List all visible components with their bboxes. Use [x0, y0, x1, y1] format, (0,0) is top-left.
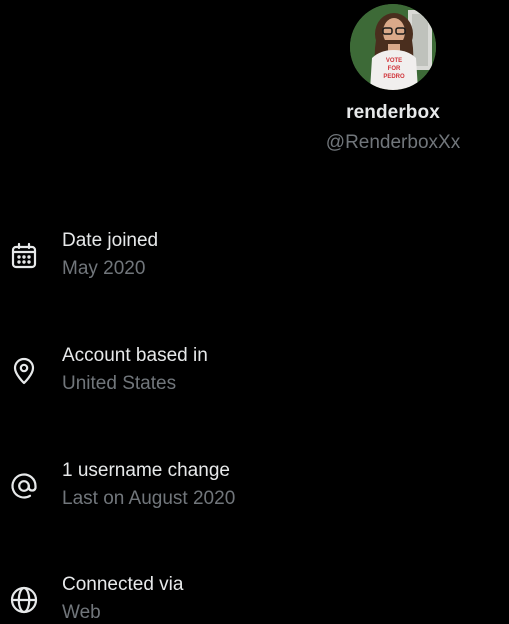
user-handle[interactable]: @RenderboxXx	[276, 132, 509, 154]
info-row-date-joined: Date joined May 2020	[0, 230, 509, 290]
avatar-shirt-line-3: PEDRO	[383, 74, 405, 80]
username-change-value: Last on August 2020	[62, 488, 236, 509]
date-joined-label: Date joined	[62, 230, 159, 251]
avatar-shirt-line-2: FOR	[388, 66, 401, 72]
avatar[interactable]: VOTE FOR PEDRO	[350, 4, 436, 90]
info-row-account-based-in: Account based in United States	[0, 345, 509, 405]
location-pin-icon	[9, 356, 39, 386]
info-row-username-changes: 1 username change Last on August 2020	[0, 460, 509, 520]
date-joined-value: May 2020	[62, 258, 146, 279]
at-sign-icon	[9, 471, 39, 501]
calendar-icon	[9, 241, 39, 271]
account-based-in-label: Account based in	[62, 345, 208, 366]
display-name[interactable]: renderbox	[276, 102, 509, 124]
profile-header: VOTE FOR PEDRO renderbox @RenderboxXx	[276, 0, 509, 165]
info-row-connected-via: Connected via Web	[0, 574, 509, 624]
avatar-shirt-line-1: VOTE	[386, 58, 402, 64]
avatar-photo: VOTE FOR PEDRO	[350, 4, 436, 90]
connected-via-value: Web	[62, 602, 101, 623]
globe-icon	[9, 585, 39, 615]
connected-via-label: Connected via	[62, 574, 184, 595]
username-change-label: 1 username change	[62, 460, 230, 481]
account-based-in-value: United States	[62, 373, 177, 394]
about-account-page: VOTE FOR PEDRO renderbox @RenderboxXx Da…	[0, 0, 509, 624]
